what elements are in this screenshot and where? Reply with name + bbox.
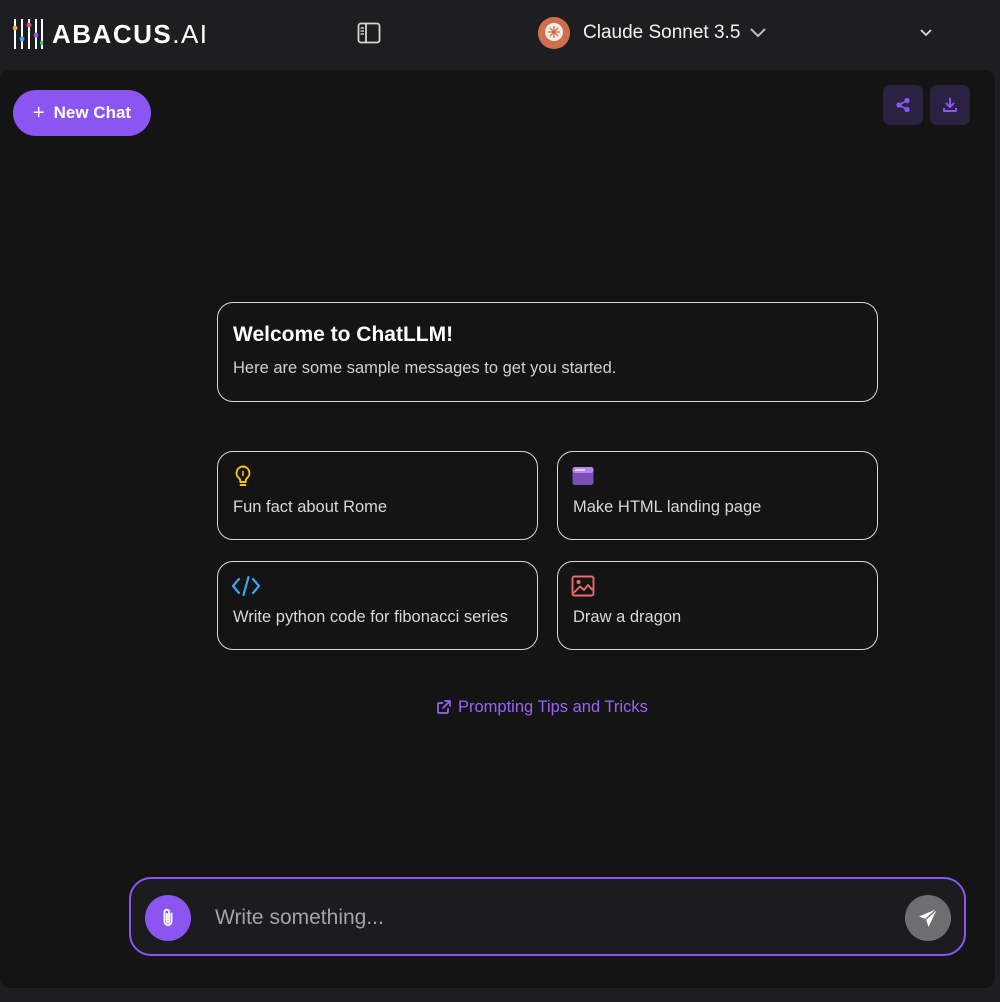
model-selector[interactable]: Claude Sonnet 3.5 [538,16,766,50]
model-name: Claude Sonnet 3.5 [583,22,741,43]
suggestion-label: Make HTML landing page [573,498,762,516]
sidebar-panel-icon[interactable] [357,22,381,44]
paperclip-icon [163,908,173,926]
top-bar: ABACUS.AI Claude Sonnet 3.5 [0,0,1000,68]
external-link-icon [437,700,451,714]
new-chat-label: New Chat [53,103,132,122]
suggestion-card-html[interactable]: Make HTML landing page [557,451,878,540]
send-icon [919,908,938,927]
share-icon [896,97,910,113]
suggestion-label: Write python code for fibonacci series [233,608,508,626]
abacus-logo[interactable]: ABACUS.AI [13,17,209,51]
code-icon [231,575,261,597]
plus-icon: + [32,102,45,124]
new-chat-button[interactable]: + New Chat [13,90,151,136]
welcome-title: Welcome to ChatLLM! [233,323,454,346]
chevron-down-icon [750,28,766,37]
download-button[interactable] [930,85,970,125]
prompting-tips-label: Prompting Tips and Tricks [458,697,648,716]
abacus-logo-icon [13,19,43,49]
suggestion-card-dragon[interactable]: Draw a dragon [557,561,878,650]
suggestion-label: Draw a dragon [573,608,682,626]
logo-wordmark: ABACUS.AI [52,18,209,49]
message-composer [129,877,966,956]
browser-window-icon [572,467,594,485]
suggestion-label: Fun fact about Rome [233,498,388,516]
share-button[interactable] [883,85,923,125]
welcome-card: Welcome to ChatLLM! Here are some sample… [217,302,878,402]
attach-button[interactable] [145,895,191,941]
lightbulb-icon [235,465,251,486]
claude-model-avatar [538,17,570,49]
prompting-tips-link[interactable]: Prompting Tips and Tricks [436,696,648,718]
chevron-down-icon[interactable] [920,29,932,37]
image-icon [571,575,595,597]
chat-main-panel: + New Chat Welcome to ChatLLM! Here are … [0,70,995,988]
message-input[interactable] [215,899,895,937]
send-button[interactable] [905,895,951,941]
suggestion-card-rome[interactable]: Fun fact about Rome [217,451,538,540]
welcome-subtitle: Here are some sample messages to get you… [233,359,617,377]
download-icon [943,97,957,112]
suggestion-card-fibonacci[interactable]: Write python code for fibonacci series [217,561,538,650]
